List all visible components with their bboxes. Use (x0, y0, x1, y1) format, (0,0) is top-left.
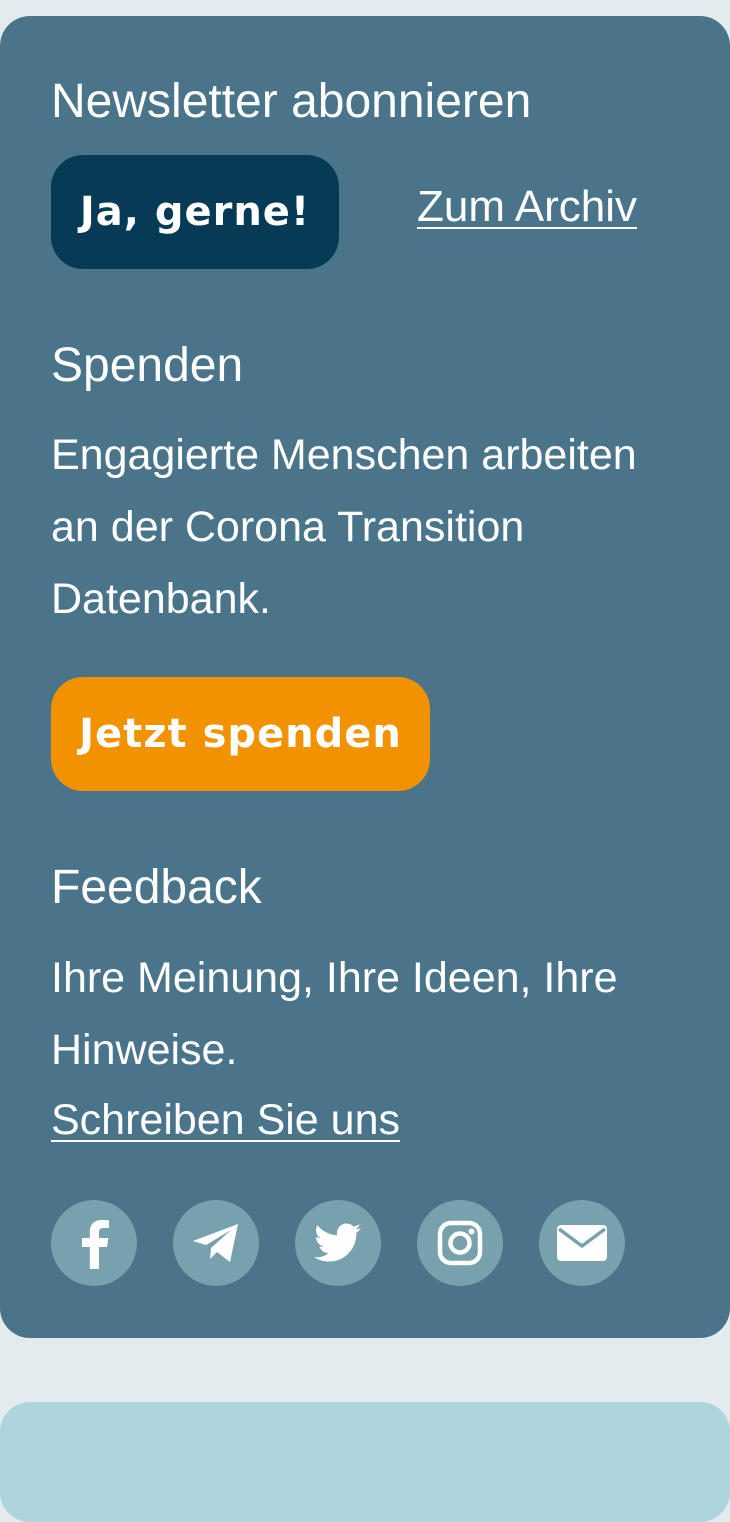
next-section-card (0, 1402, 730, 1522)
social-links (51, 1200, 625, 1286)
mail-icon[interactable] (539, 1200, 625, 1286)
telegram-icon[interactable] (173, 1200, 259, 1286)
newsletter-subscribe-button[interactable]: Ja, gerne! (51, 155, 339, 269)
twitter-icon[interactable] (295, 1200, 381, 1286)
archive-link[interactable]: Zum Archiv (417, 182, 637, 232)
newsletter-heading: Newsletter abonnieren (51, 75, 532, 128)
instagram-icon[interactable] (417, 1200, 503, 1286)
donate-description: Engagierte Menschen arbeiten an der Coro… (51, 431, 637, 623)
donate-heading: Spenden (51, 339, 244, 392)
facebook-icon[interactable] (51, 1200, 137, 1286)
feedback-heading: Feedback (51, 861, 262, 914)
feedback-description: Ihre Meinung, Ihre Ideen, Ihre Hinweise. (51, 954, 618, 1074)
donate-button[interactable]: Jetzt spenden (51, 677, 430, 791)
feedback-contact-link[interactable]: Schreiben Sie uns (51, 1084, 400, 1156)
footer-panel: Newsletter abonnieren Ja, gerne! Zum Arc… (0, 16, 730, 1338)
